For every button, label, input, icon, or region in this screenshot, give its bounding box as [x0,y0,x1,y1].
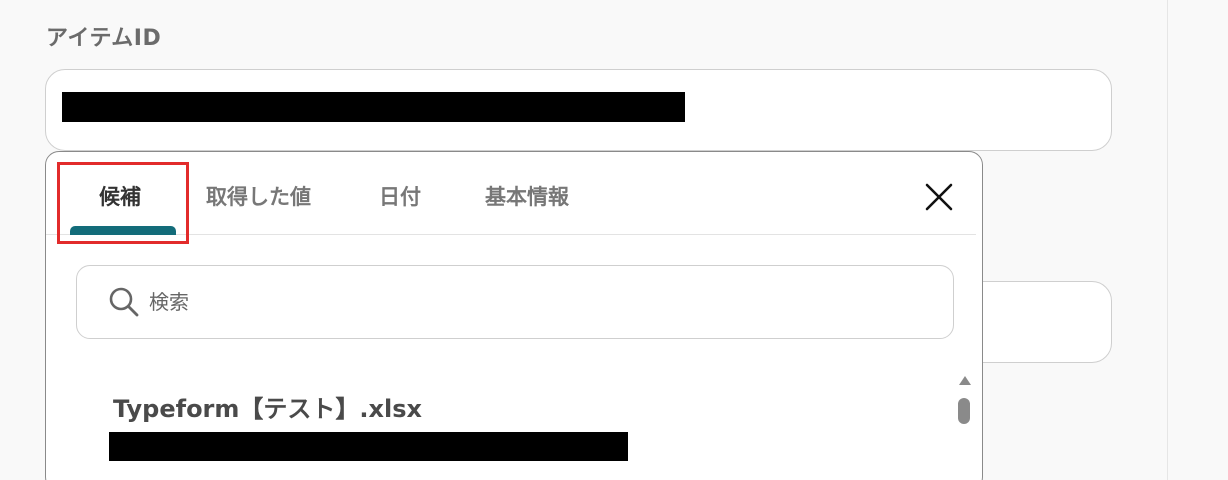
search-box[interactable] [76,265,954,339]
scrollbar[interactable] [956,374,974,480]
tab-basic-info[interactable]: 基本情報 [485,180,569,214]
tab-highlight-annotation [57,162,189,244]
item-id-input[interactable] [45,69,1112,151]
tab-date[interactable]: 日付 [379,180,421,214]
item-id-label: アイテムID [46,26,162,51]
candidate-list: Typeform【テスト】.xlsx [76,362,954,480]
side-divider [1167,0,1168,480]
value-picker-popup: 候補 取得した値 日付 基本情報 Typeform【テスト】.xlsx [45,151,983,480]
search-icon [109,287,139,317]
page: アイテムID 候補 取得した値 日付 基本情報 検索 Typeform【テスト】… [0,0,1228,480]
tab-retrieved-values[interactable]: 取得した値 [206,180,311,214]
close-icon [925,183,953,211]
scroll-up-arrow-icon[interactable] [959,376,971,385]
redacted-item-id [109,432,628,461]
close-button[interactable] [922,180,956,214]
search-input[interactable] [149,284,909,320]
list-item[interactable]: Typeform【テスト】.xlsx [76,362,954,480]
scroll-thumb[interactable] [958,398,970,424]
redacted-value [62,92,685,122]
item-title: Typeform【テスト】.xlsx [113,395,422,423]
